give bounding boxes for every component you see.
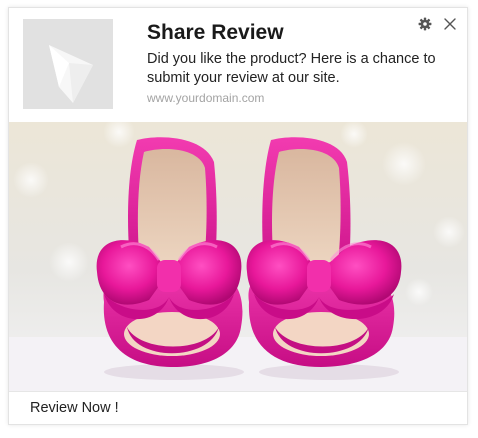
review-now-button[interactable]: Review Now !: [30, 400, 119, 416]
notification-domain: www.yourdomain.com: [147, 91, 265, 105]
push-notification-card[interactable]: Share Review Did you like the product? H…: [8, 7, 468, 425]
notification-title: Share Review: [147, 21, 284, 44]
notification-footer: Review Now !: [9, 391, 467, 424]
notification-message: Did you like the product? Here is a chan…: [147, 51, 436, 86]
image-placeholder-icon: [23, 19, 113, 109]
hero-image[interactable]: [9, 122, 467, 391]
close-icon[interactable]: [443, 17, 457, 31]
notification-header: Share Review Did you like the product? H…: [9, 8, 467, 122]
gear-icon[interactable]: [418, 17, 432, 31]
